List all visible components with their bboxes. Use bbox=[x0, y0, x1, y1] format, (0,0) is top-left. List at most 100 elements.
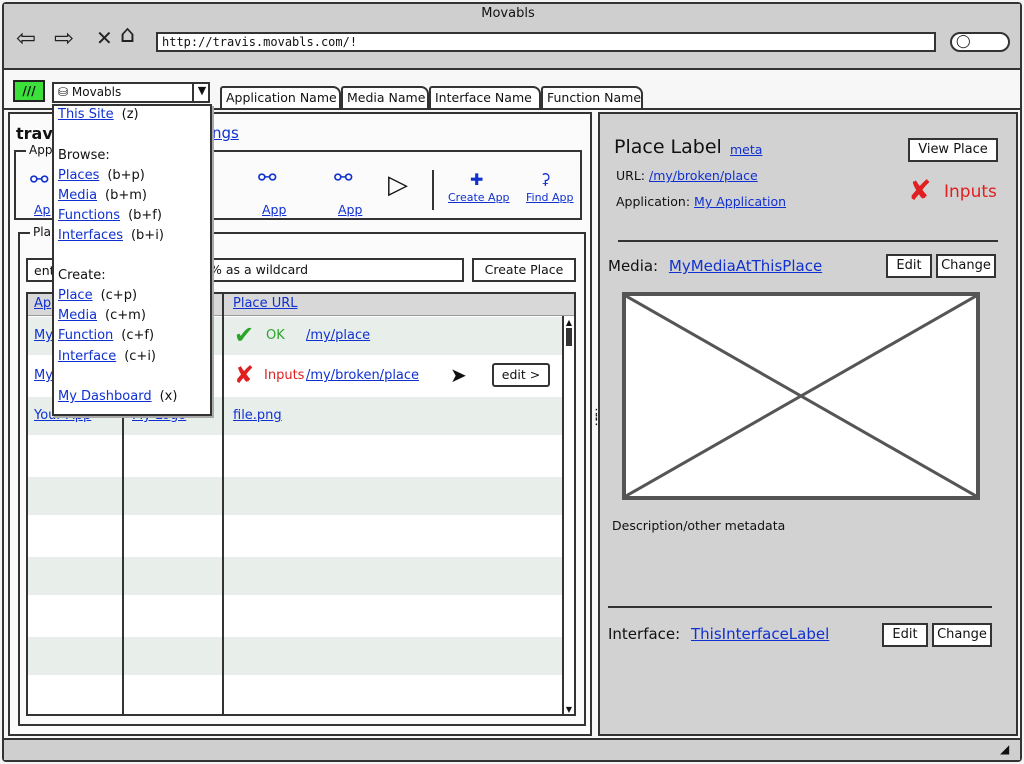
menu-item-label[interactable]: Media bbox=[58, 188, 97, 203]
find-app-link[interactable]: Find App bbox=[526, 191, 574, 204]
place-url-link[interactable]: /my/place bbox=[306, 328, 370, 343]
row-application-link[interactable]: My bbox=[34, 368, 53, 383]
place-url-link[interactable]: file.png bbox=[233, 408, 282, 423]
menu-item-browse-media[interactable]: Media (b+m) bbox=[58, 188, 147, 203]
row-application-link[interactable]: My bbox=[34, 328, 53, 343]
next-apps-icon[interactable]: ▷ bbox=[388, 172, 408, 198]
menu-item-label[interactable]: Place bbox=[58, 288, 93, 303]
inputs-status: Inputs bbox=[944, 182, 997, 202]
table-row bbox=[28, 477, 562, 515]
menu-item-label[interactable]: Media bbox=[58, 308, 97, 323]
app-icon[interactable]: ⚯ bbox=[30, 168, 48, 193]
shortcut-key: (c+m) bbox=[105, 308, 146, 323]
status-bar bbox=[4, 738, 1020, 760]
tab-media[interactable]: Media Name bbox=[341, 86, 429, 109]
interface-row: Interface: ThisInterfaceLabel bbox=[608, 625, 829, 643]
column-header-place-url[interactable]: Place URL bbox=[233, 296, 298, 311]
address-bar[interactable]: http://travis.movabls.com/! bbox=[156, 32, 936, 52]
site-select[interactable]: ⛁ Movabls bbox=[52, 82, 210, 103]
scroll-down-icon[interactable]: ▼ bbox=[564, 705, 574, 714]
place-url-link[interactable]: /my/broken/place bbox=[306, 368, 419, 383]
media-label: Media: bbox=[608, 257, 659, 275]
section-divider bbox=[608, 606, 992, 608]
menu-item-label[interactable]: This Site bbox=[58, 107, 114, 122]
column-divider bbox=[222, 294, 224, 714]
table-scrollbar[interactable]: ▲ ▼ bbox=[562, 316, 574, 714]
menu-item-browse-functions[interactable]: Functions (b+f) bbox=[58, 208, 162, 223]
place-url-row: URL: /my/broken/place bbox=[616, 168, 758, 183]
shortcut-key: (b+f) bbox=[128, 208, 162, 223]
interface-change-button[interactable]: Change bbox=[932, 623, 992, 647]
app-link[interactable]: App bbox=[338, 202, 362, 217]
search-icon: ◯ bbox=[956, 34, 971, 49]
app-link[interactable]: App bbox=[262, 202, 286, 217]
menu-item-label[interactable]: Function bbox=[58, 328, 113, 343]
check-icon: ✔ bbox=[234, 321, 255, 349]
media-row: Media: MyMediaAtThisPlace bbox=[608, 257, 822, 275]
x-icon: ✘ bbox=[908, 174, 932, 207]
place-title: Place Label bbox=[614, 136, 722, 158]
forward-arrow-icon[interactable]: ⇨ bbox=[54, 26, 74, 50]
menu-item-label[interactable]: Interfaces bbox=[58, 228, 123, 243]
x-icon: ✘ bbox=[234, 361, 255, 389]
main-menu-button[interactable]: /// bbox=[13, 80, 45, 102]
shortcut-key: (c+f) bbox=[121, 328, 155, 343]
meta-link[interactable]: meta bbox=[730, 142, 762, 157]
scroll-up-icon[interactable]: ▲ bbox=[564, 318, 574, 327]
menu-item-create-interface[interactable]: Interface (c+i) bbox=[58, 349, 156, 364]
edit-place-button[interactable]: edit > bbox=[492, 363, 550, 387]
home-icon[interactable]: ⌂ bbox=[120, 22, 135, 46]
view-place-button[interactable]: View Place bbox=[908, 138, 998, 162]
menu-item-label[interactable]: Places bbox=[58, 168, 99, 183]
cart-icon[interactable]: ⚳ bbox=[540, 170, 551, 188]
mouse-cursor-icon: ➤ bbox=[450, 363, 467, 387]
app-link[interactable]: Ap bbox=[34, 202, 51, 217]
media-link[interactable]: MyMediaAtThisPlace bbox=[669, 257, 822, 275]
resize-grip-icon[interactable]: ◢ bbox=[1000, 742, 1009, 756]
interface-link[interactable]: ThisInterfaceLabel bbox=[691, 625, 829, 643]
menu-item-label[interactable]: My Dashboard bbox=[58, 389, 152, 404]
app-icon[interactable]: ⚯ bbox=[258, 166, 276, 191]
menu-item-this-site[interactable]: This Site (z) bbox=[58, 107, 139, 122]
media-image-placeholder bbox=[622, 292, 980, 500]
window-title: Movabls bbox=[481, 6, 535, 21]
section-divider bbox=[618, 240, 998, 242]
settings-link[interactable]: ngs bbox=[212, 124, 239, 142]
plus-icon[interactable]: ✚ bbox=[470, 170, 483, 189]
place-url-link[interactable]: /my/broken/place bbox=[649, 168, 758, 183]
image-placeholder-icon bbox=[625, 294, 977, 498]
tab-application[interactable]: Application Name bbox=[220, 86, 341, 109]
menu-item-browse-interfaces[interactable]: Interfaces (b+i) bbox=[58, 228, 164, 243]
menu-item-label[interactable]: Functions bbox=[58, 208, 120, 223]
column-header-application[interactable]: Ap bbox=[34, 296, 51, 311]
tab-interface[interactable]: Interface Name bbox=[429, 86, 541, 109]
application-link[interactable]: My Application bbox=[694, 194, 786, 209]
menu-item-create-function[interactable]: Function (c+f) bbox=[58, 328, 154, 343]
chevron-down-icon[interactable]: ▼ bbox=[192, 82, 210, 103]
filter-hint: % as a wildcard bbox=[210, 262, 309, 277]
tab-function[interactable]: Function Name bbox=[541, 86, 643, 109]
media-edit-button[interactable]: Edit bbox=[886, 254, 932, 278]
create-app-link[interactable]: Create App bbox=[448, 191, 510, 204]
shortcut-key: (b+i) bbox=[130, 228, 164, 243]
create-heading: Create: bbox=[58, 268, 106, 283]
menu-item-create-place[interactable]: Place (c+p) bbox=[58, 288, 137, 303]
interface-edit-button[interactable]: Edit bbox=[882, 623, 928, 647]
scroll-thumb[interactable] bbox=[566, 328, 572, 346]
description-text: Description/other metadata bbox=[612, 518, 786, 533]
stop-icon[interactable]: ✕ bbox=[96, 26, 113, 50]
shortcut-key: (x) bbox=[159, 389, 178, 404]
media-change-button[interactable]: Change bbox=[936, 254, 996, 278]
create-place-button[interactable]: Create Place bbox=[472, 258, 576, 282]
shortcut-key: (b+p) bbox=[107, 168, 145, 183]
menu-item-dashboard[interactable]: My Dashboard (x) bbox=[58, 389, 177, 404]
app-icon[interactable]: ⚯ bbox=[334, 166, 352, 191]
interface-label: Interface: bbox=[608, 625, 681, 643]
menu-item-browse-places[interactable]: Places (b+p) bbox=[58, 168, 145, 183]
menu-item-create-media[interactable]: Media (c+m) bbox=[58, 308, 146, 323]
menu-item-label[interactable]: Interface bbox=[58, 349, 116, 364]
apps-separator bbox=[432, 170, 434, 210]
site-select-value: Movabls bbox=[71, 85, 122, 99]
back-arrow-icon[interactable]: ⇦ bbox=[16, 26, 36, 50]
status-error-label: Inputs bbox=[264, 368, 305, 383]
